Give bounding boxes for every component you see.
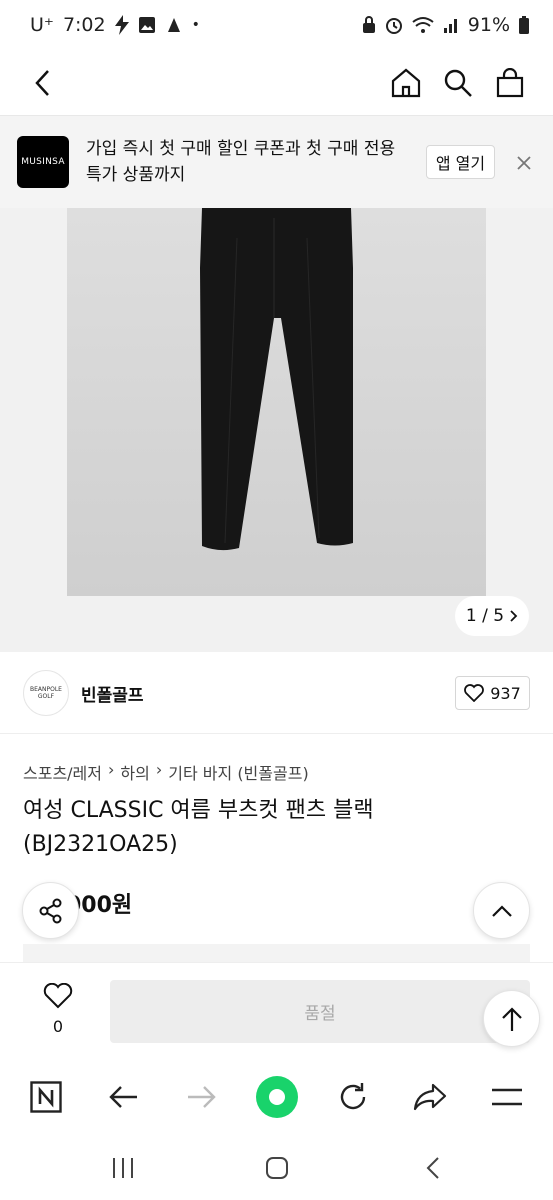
home-button[interactable] [386,60,426,106]
cart-button[interactable] [490,60,530,106]
content-divider [23,944,530,964]
breadcrumb: 스포츠/레저 › 하의 › 기타 바지 (빈폴골프) [23,760,309,784]
pager-label: 1 / 5 [465,606,505,626]
system-nav-bar [0,1136,553,1200]
search-button[interactable] [438,60,478,106]
recents-button[interactable] [100,1150,146,1186]
top-header [0,50,553,116]
scroll-top-button[interactable] [483,990,540,1047]
browser-forward-button[interactable] [176,1072,226,1122]
share-button[interactable] [22,882,79,939]
wifi-icon [412,17,434,33]
heart-icon [464,684,485,702]
menu-icon [492,1088,522,1106]
alarm-icon [385,18,402,34]
battery-label: 91% [467,14,510,36]
close-icon [517,156,531,170]
brand-like-count: 937 [490,683,521,703]
breadcrumb-separator: › [155,760,163,779]
product-image[interactable] [67,208,486,596]
more-notifications-dot: • [191,17,200,33]
heart-icon [43,982,73,1009]
naver-n-icon [30,1081,62,1113]
gallery-icon [138,17,155,33]
product-title: 여성 CLASSIC 여름 부츠컷 팬츠 블랙 (BJ2321OA25) [23,798,374,857]
purchase-bar: 0 품절 [0,962,553,1058]
back-button[interactable] [22,60,62,106]
breadcrumb-item[interactable]: 스포츠/레저 [23,760,102,784]
chevron-up-icon [491,904,512,917]
shopping-bag-icon [496,68,524,98]
carrier-label: U⁺ [30,14,54,36]
lock-icon [362,16,375,33]
browser-toolbar [0,1058,553,1136]
app-install-banner: MUSINSA 가입 즉시 첫 구매 할인 쿠폰과 첫 구매 전용 특가 상품까… [0,116,553,208]
product-gallery[interactable]: 1 / 5 [0,208,553,652]
home-icon [391,68,421,98]
musinsa-logo: MUSINSA [17,136,69,188]
chevron-left-icon [426,1157,439,1179]
back-arrow-icon [35,70,49,96]
refresh-icon [340,1083,366,1110]
status-bar: U⁺ 7:02 • 91% [0,0,553,50]
share-icon [413,1083,447,1111]
brand-name[interactable]: 빈폴골프 [81,681,144,706]
browser-refresh-button[interactable] [328,1072,378,1122]
gallery-pager[interactable]: 1 / 5 [455,596,529,636]
battery-icon [519,16,529,34]
breadcrumb-item[interactable]: 하의 [120,760,149,784]
wish-count: 0 [52,1017,64,1036]
banner-message: 가입 즉시 첫 구매 할인 쿠폰과 첫 구매 전용 특가 상품까지 [86,139,396,185]
system-back-button[interactable] [410,1150,456,1186]
open-app-button[interactable]: 앱 열기 [426,145,495,179]
naver-button[interactable] [21,1072,71,1122]
chevron-right-icon [510,610,518,622]
pants-illustration [200,208,353,551]
collapse-button[interactable] [473,882,530,939]
brand-like-button[interactable]: 937 [455,676,530,710]
wish-button[interactable]: 0 [40,982,76,1036]
time-label: 7:02 [62,14,106,36]
close-banner-button[interactable] [510,149,538,177]
forward-icon [188,1086,216,1108]
browser-menu-button[interactable] [482,1072,532,1122]
search-icon [444,69,472,97]
app-notification-icon [167,18,180,32]
browser-home-button[interactable] [252,1072,302,1122]
brand-row[interactable]: BEANPOLE GOLF 빈폴골프 937 [0,652,553,734]
home-outline-icon [266,1157,288,1179]
browser-share-button[interactable] [405,1072,455,1122]
browser-back-button[interactable] [99,1072,149,1122]
green-home-icon [256,1076,298,1118]
breadcrumb-separator: › [108,760,115,779]
share-nodes-icon [39,898,61,923]
breadcrumb-item[interactable]: 기타 바지 (빈폴골프) [168,760,308,784]
soldout-button[interactable]: 품절 [110,980,530,1043]
charging-bolt-icon [114,15,129,35]
arrow-up-icon [501,1006,522,1031]
brand-logo[interactable]: BEANPOLE GOLF [23,670,69,716]
recents-icon [113,1158,133,1178]
system-home-button[interactable] [254,1150,300,1186]
signal-icon [443,19,457,33]
back-icon [109,1086,137,1108]
